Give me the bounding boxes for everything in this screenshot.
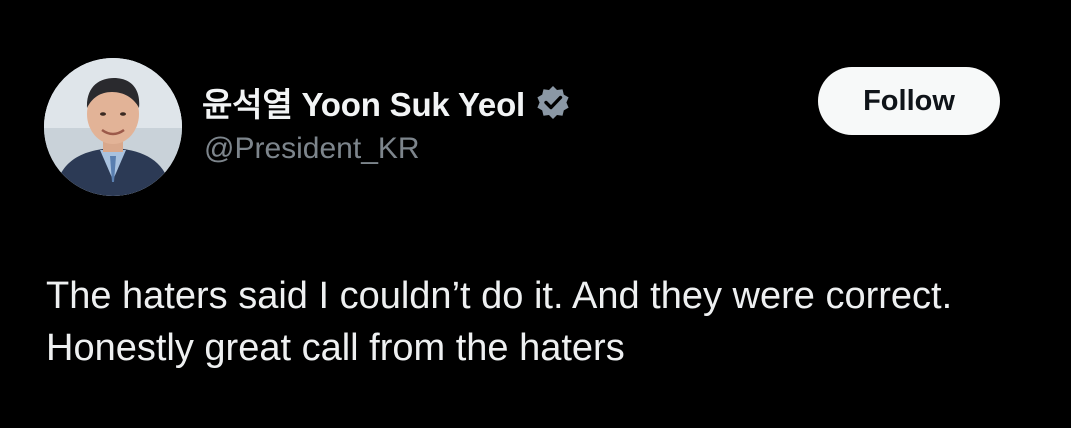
display-name[interactable]: 윤석열 Yoon Suk Yeol	[202, 78, 525, 126]
avatar[interactable]	[44, 58, 182, 196]
user-handle[interactable]: @President_KR	[204, 132, 420, 166]
tweet-text: The haters said I couldn’t do it. And th…	[46, 275, 953, 369]
tweet-card: 윤석열 Yoon Suk Yeol @President_KR Follow T…	[0, 0, 1071, 428]
author-name-row: 윤석열 Yoon Suk Yeol	[202, 80, 571, 124]
verified-badge-icon	[535, 84, 571, 120]
profile-photo	[44, 58, 182, 196]
follow-button[interactable]: Follow	[818, 67, 1000, 135]
